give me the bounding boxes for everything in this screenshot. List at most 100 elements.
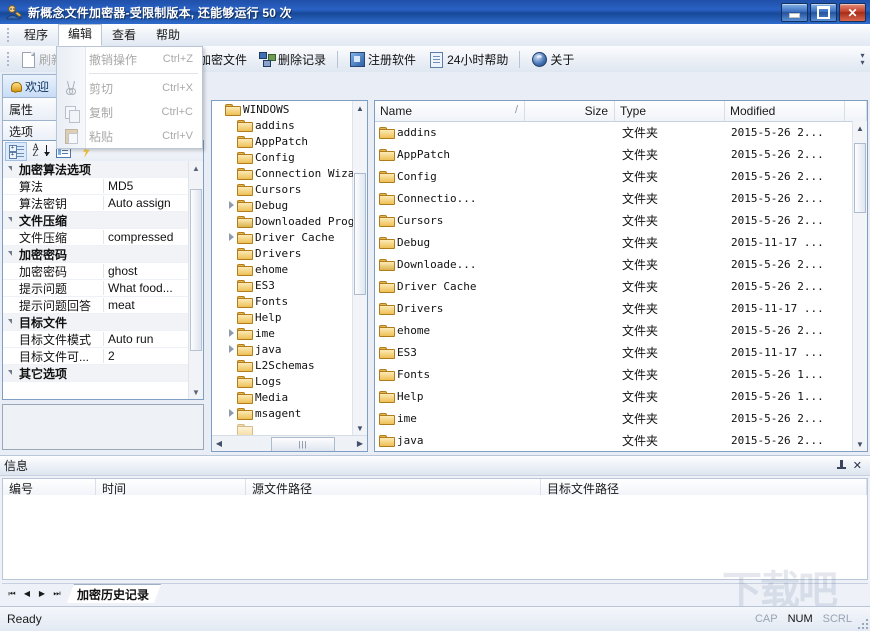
property-row[interactable]: 文件压缩 compressed (3, 229, 203, 246)
scroll-left-icon[interactable]: ◀ (212, 437, 226, 450)
scroll-up-icon[interactable]: ▲ (853, 121, 867, 135)
property-row[interactable]: 提示问题回答 meat (3, 297, 203, 314)
tab-welcome[interactable]: 欢迎 (2, 74, 62, 97)
table-row[interactable]: ES3文件夹2015-11-17 ... (375, 341, 853, 363)
menu-program[interactable]: 程序 (14, 25, 58, 46)
toolbar-about-button[interactable]: 关于 (525, 47, 580, 71)
table-row[interactable]: Downloade...文件夹2015-5-26 2... (375, 253, 853, 275)
tree-horizontal-scrollbar[interactable]: ◀ ||| ▶ (212, 435, 367, 451)
scroll-down-icon[interactable]: ▼ (353, 421, 367, 435)
table-row[interactable]: Config文件夹2015-5-26 2... (375, 165, 853, 187)
toolbar-overflow-button[interactable]: ▾▾ (857, 50, 868, 68)
maximize-button[interactable] (810, 3, 837, 22)
tree-node[interactable]: Driver Cache (212, 229, 353, 245)
tree-node[interactable]: Logs (212, 373, 353, 389)
property-category[interactable]: 加密算法选项 (3, 161, 203, 178)
toolbar-register-button[interactable]: 注册软件 (343, 47, 422, 71)
table-row[interactable]: Fonts文件夹2015-5-26 1... (375, 363, 853, 385)
tree-node[interactable]: Drivers (212, 245, 353, 261)
scrollbar-thumb[interactable]: ||| (271, 437, 335, 452)
tree-node[interactable]: Debug (212, 197, 353, 213)
menu-item-cut[interactable]: 剪切 Ctrl+X (57, 76, 202, 100)
scroll-up-icon[interactable]: ▲ (353, 101, 367, 115)
table-row[interactable]: addins文件夹2015-5-26 2... (375, 121, 853, 143)
tree-node[interactable]: ime (212, 325, 353, 341)
scroll-down-icon[interactable]: ▼ (189, 385, 203, 399)
menu-item-undo[interactable]: 撤销操作 Ctrl+Z (57, 47, 202, 71)
table-row[interactable]: Driver Cache文件夹2015-5-26 2... (375, 275, 853, 297)
table-row[interactable]: Drivers文件夹2015-11-17 ... (375, 297, 853, 319)
expand-triangle-icon[interactable] (226, 233, 237, 241)
nav-next-button[interactable]: ▶ (35, 586, 49, 601)
sheet-tab-history[interactable]: 加密历史记录 (67, 584, 161, 603)
property-category[interactable]: 其它选项 (3, 365, 203, 382)
property-row[interactable]: 提示问题 What food... (3, 280, 203, 297)
tree-node[interactable]: ES3 (212, 277, 353, 293)
column-header-size[interactable]: Size (525, 101, 615, 121)
table-row[interactable]: Help文件夹2015-5-26 1... (375, 385, 853, 407)
nav-last-button[interactable]: ⏭ (50, 586, 64, 601)
file-list-scrollbar[interactable]: ▲ ▼ (852, 121, 867, 451)
property-row[interactable]: 算法 MD5 (3, 178, 203, 195)
tree-node[interactable]: java (212, 341, 353, 357)
column-header-modified[interactable]: Modified (725, 101, 845, 121)
expand-triangle-icon[interactable] (226, 345, 237, 353)
tree-vertical-scrollbar[interactable]: ▲ ▼ (352, 101, 367, 435)
property-category[interactable]: 目标文件 (3, 314, 203, 331)
menu-item-copy[interactable]: 复制 Ctrl+C (57, 100, 202, 124)
hscroll-track[interactable]: ||| (226, 437, 353, 450)
alphabetical-sort-icon[interactable]: AZ (30, 143, 50, 160)
tree-node[interactable]: L2Schemas (212, 357, 353, 373)
property-row[interactable]: 加密密码 ghost (3, 263, 203, 280)
menu-help[interactable]: 帮助 (146, 25, 190, 46)
property-row[interactable]: 目标文件可... 2 (3, 348, 203, 365)
tree-node[interactable]: Connection Wizar (212, 165, 353, 181)
close-button[interactable]: ✕ (839, 3, 866, 22)
column-header-name[interactable]: Name / (375, 101, 525, 121)
table-row[interactable]: Cursors文件夹2015-5-26 2... (375, 209, 853, 231)
toolbar-delete-record-button[interactable]: 删除记录 (253, 47, 332, 71)
menu-item-paste[interactable]: 粘贴 Ctrl+V (57, 124, 202, 148)
tree-node[interactable]: Downloaded Progr (212, 213, 353, 229)
table-row[interactable]: ime文件夹2015-5-26 2... (375, 407, 853, 429)
tree-node-partial[interactable] (212, 421, 353, 435)
expand-triangle-icon[interactable] (226, 329, 237, 337)
nav-first-button[interactable]: ⏮ (5, 586, 19, 601)
tree-node[interactable]: Fonts (212, 293, 353, 309)
close-icon[interactable]: ✕ (853, 461, 862, 471)
expand-triangle-icon[interactable] (226, 201, 237, 209)
minimize-button[interactable] (781, 3, 808, 22)
scrollbar-thumb[interactable] (854, 143, 866, 213)
property-category[interactable]: 文件压缩 (3, 212, 203, 229)
tree-node[interactable]: WINDOWS (212, 101, 353, 117)
property-row[interactable]: 算法密钥 Auto assign (3, 195, 203, 212)
toolbar-help24-button[interactable]: 24小时帮助 (422, 47, 514, 71)
menu-edit[interactable]: 编辑 (58, 24, 102, 46)
scroll-right-icon[interactable]: ▶ (353, 437, 367, 450)
property-category[interactable]: 加密密码 (3, 246, 203, 263)
scroll-up-icon[interactable]: ▲ (189, 161, 203, 175)
property-row[interactable]: 目标文件模式 Auto run (3, 331, 203, 348)
tree-node[interactable]: AppPatch (212, 133, 353, 149)
tree-node[interactable]: Help (212, 309, 353, 325)
categorized-view-icon[interactable]: ++ (5, 142, 27, 161)
tree-node[interactable]: ehome (212, 261, 353, 277)
resize-grip-icon[interactable] (855, 616, 868, 629)
menu-view[interactable]: 查看 (102, 25, 146, 46)
table-row[interactable]: ehome文件夹2015-5-26 2... (375, 319, 853, 341)
table-row[interactable]: java文件夹2015-5-26 2... (375, 429, 853, 451)
tab-properties[interactable]: 属性 (2, 97, 62, 120)
tree-node[interactable]: addins (212, 117, 353, 133)
column-header-type[interactable]: Type (615, 101, 725, 121)
tree-node[interactable]: Config (212, 149, 353, 165)
property-grid-scrollbar[interactable]: ▲ ▼ (188, 161, 203, 399)
expand-triangle-icon[interactable] (226, 409, 237, 417)
scroll-down-icon[interactable]: ▼ (853, 437, 867, 451)
tree-node[interactable]: msagent (212, 405, 353, 421)
table-row[interactable]: Debug文件夹2015-11-17 ... (375, 231, 853, 253)
table-row[interactable]: AppPatch文件夹2015-5-26 2... (375, 143, 853, 165)
scrollbar-thumb[interactable] (190, 189, 202, 351)
scrollbar-thumb[interactable] (354, 173, 366, 295)
tree-node[interactable]: Media (212, 389, 353, 405)
pin-icon[interactable] (837, 460, 846, 471)
